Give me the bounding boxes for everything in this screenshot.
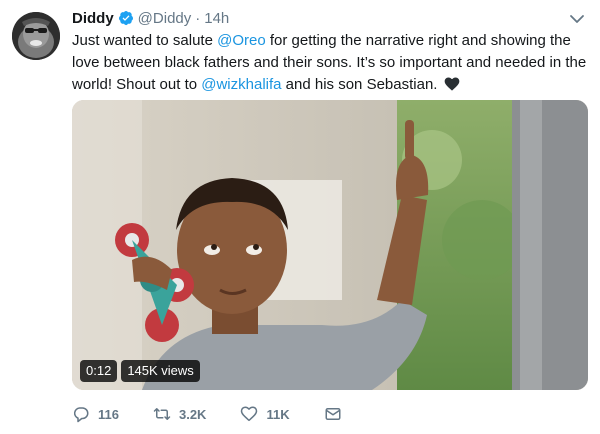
tweet-text: Just wanted to salute @Oreo for getting …: [72, 30, 590, 96]
tweet: Diddy @Diddy · 14h Just wanted to salute…: [0, 0, 600, 434]
retweet-icon: [153, 405, 171, 423]
black-heart-icon: [444, 76, 460, 91]
text-part: Just wanted to salute: [72, 32, 218, 49]
reply-count: 116: [98, 406, 119, 422]
reply-button[interactable]: 116: [72, 405, 119, 423]
timestamp[interactable]: 14h: [204, 10, 229, 27]
video-duration: 0:12: [80, 360, 118, 382]
like-button[interactable]: 11K: [240, 405, 290, 423]
video-views: 145K views: [121, 360, 200, 382]
direct-message-button[interactable]: [324, 405, 342, 423]
tweet-header: Diddy @Diddy · 14h: [72, 8, 229, 28]
text-part: and his son Sebastian.: [281, 76, 442, 93]
like-icon: [240, 405, 258, 423]
author-name[interactable]: Diddy: [72, 10, 114, 27]
direct-message-icon: [324, 405, 342, 423]
author-handle[interactable]: @Diddy: [138, 10, 192, 27]
retweet-button[interactable]: 3.2K: [153, 405, 206, 423]
video-thumbnail: [72, 100, 588, 390]
verified-badge-icon: [118, 10, 134, 26]
mention-oreo[interactable]: @Oreo: [217, 32, 266, 49]
avatar[interactable]: [12, 12, 60, 60]
retweet-count: 3.2K: [178, 406, 207, 422]
mention-wizkhalifa[interactable]: @wizkhalifa: [201, 76, 281, 93]
separator-dot: ·: [195, 9, 201, 27]
action-bar: 116 3.2K 11K: [72, 402, 376, 426]
like-count: 11K: [266, 406, 290, 422]
reply-icon: [72, 405, 90, 423]
video-player[interactable]: 0:12 145K views: [72, 100, 588, 390]
chevron-down-icon[interactable]: [568, 10, 586, 28]
video-badges: 0:12 145K views: [80, 360, 200, 382]
